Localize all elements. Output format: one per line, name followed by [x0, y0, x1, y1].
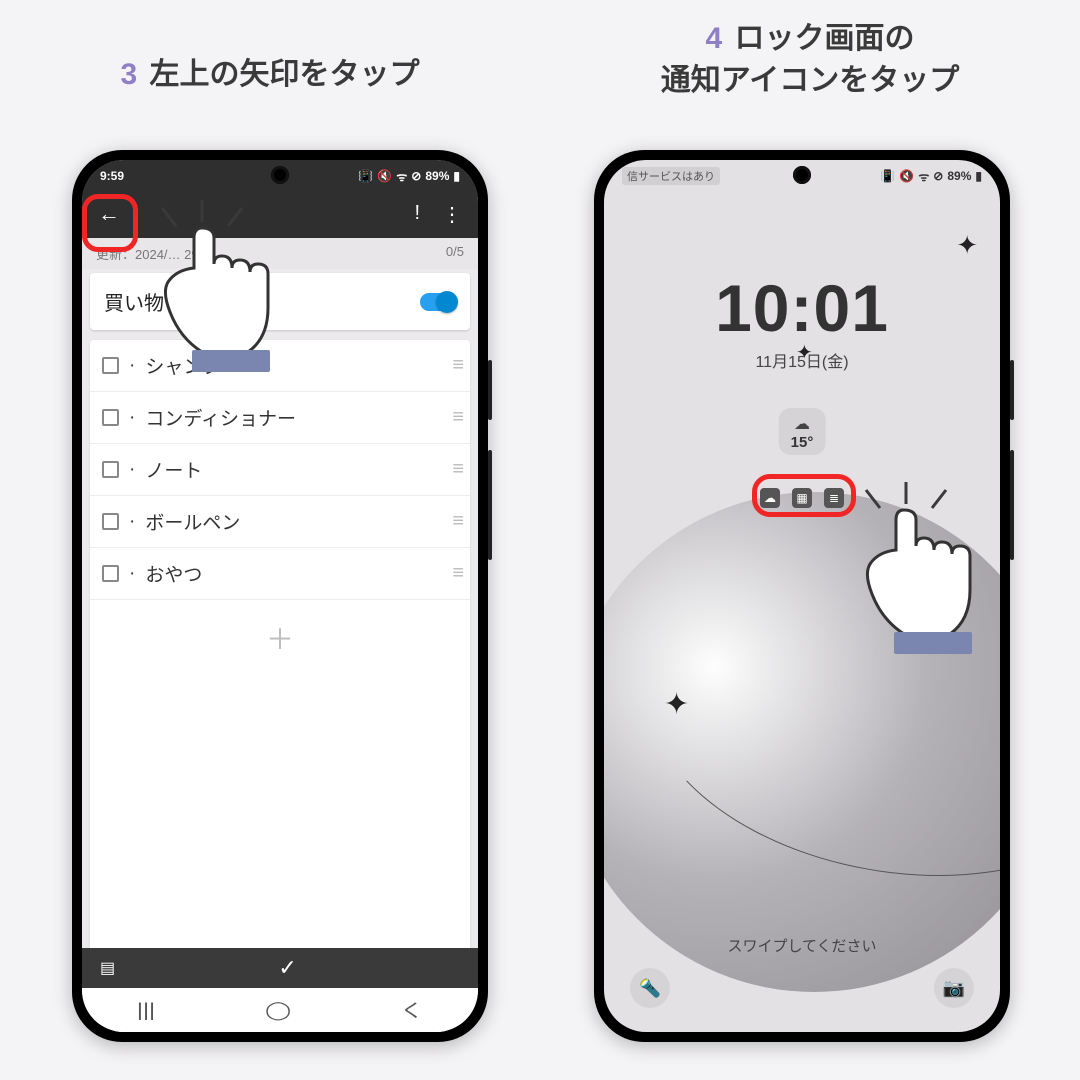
list-item[interactable]: ·ボールペン ≡	[90, 496, 470, 548]
list-toggle[interactable]	[420, 293, 456, 311]
checkbox-icon[interactable]	[102, 513, 119, 530]
phone-camera-cutout	[793, 166, 811, 184]
mute-icon: 🔇	[377, 169, 392, 183]
list-item-label: ノート	[145, 456, 202, 483]
battery-icon: ▮	[975, 169, 982, 183]
checkbox-icon[interactable]	[102, 461, 119, 478]
status-icons: 📳 🔇 ᯤ ⊘ 89% ▮	[358, 168, 460, 185]
weather-temp: 15°	[791, 434, 814, 451]
list-item-label: コンディショナー	[145, 404, 296, 431]
step-3-text: 左上の矢印をタップ	[150, 58, 420, 91]
sparkle-icon: ✦	[664, 687, 689, 722]
notes-icon[interactable]: ▤	[100, 958, 115, 978]
checkbox-icon[interactable]	[102, 409, 119, 426]
list-item[interactable]: ·おやつ ≡	[90, 548, 470, 600]
battery-icon: ▮	[453, 169, 460, 183]
carrier-label: 信サービスはあり	[622, 167, 720, 185]
lock-date: 11月15日(金)	[604, 348, 1000, 372]
weather-cloud-icon: ☁	[791, 414, 814, 434]
phone-mockup-right: 信サービスはあり 📳 🔇 ᯤ ⊘ 89% ▮ ✦ ✦ ✦ 10:01 11月15…	[594, 150, 1010, 1042]
vibrate-icon: 📳	[358, 169, 373, 183]
list-item-label: おやつ	[145, 560, 202, 587]
list-item-label: ボールペン	[145, 508, 240, 535]
nav-back-button[interactable]: く	[400, 997, 423, 1023]
drag-handle-icon[interactable]: ≡	[452, 458, 458, 481]
lock-clock: 10:01 11月15日(金)	[604, 270, 1000, 372]
battery-text: 89%	[947, 169, 971, 183]
drag-handle-icon[interactable]: ≡	[452, 562, 458, 585]
mute-icon: 🔇	[899, 169, 914, 183]
camera-button[interactable]: 📷	[934, 968, 974, 1008]
item-counter: 0/5	[446, 244, 464, 263]
status-icons: 📳 🔇 ᯤ ⊘ 89% ▮	[880, 168, 982, 185]
flashlight-button[interactable]: 🔦	[630, 968, 670, 1008]
no-sim-icon: ⊘	[933, 169, 943, 183]
wifi-icon: ᯤ	[918, 168, 929, 185]
app-bottom-bar: ▤ ✓	[82, 948, 478, 988]
drag-handle-icon[interactable]: ≡	[452, 406, 458, 429]
tap-gesture-icon	[836, 480, 1000, 670]
highlight-back-arrow	[82, 194, 138, 252]
step-4-title: 4 ロック画面の 通知アイコンをタップ	[560, 18, 1060, 102]
drag-handle-icon[interactable]: ≡	[452, 510, 458, 533]
battery-text: 89%	[425, 169, 449, 183]
app-screen: 9:59 📳 🔇 ᯤ ⊘ 89% ▮ ← ! ⋮ 更新：2024/… 29 0/…	[82, 160, 478, 1032]
lock-time: 10:01	[604, 270, 1000, 346]
list-item[interactable]: ·ノート ≡	[90, 444, 470, 496]
status-time: 9:59	[100, 169, 124, 183]
swipe-hint: スワイプしてください	[604, 935, 1000, 956]
checkbox-icon[interactable]	[102, 565, 119, 582]
vibrate-icon: 📳	[880, 169, 895, 183]
confirm-check-button[interactable]: ✓	[278, 955, 296, 981]
warning-button[interactable]: !	[414, 202, 420, 227]
wifi-icon: ᯤ	[396, 168, 407, 185]
overflow-menu-button[interactable]: ⋮	[442, 202, 462, 227]
lock-screen[interactable]: 信サービスはあり 📳 🔇 ᯤ ⊘ 89% ▮ ✦ ✦ ✦ 10:01 11月15…	[604, 160, 1000, 1032]
nav-home-button[interactable]: ◯	[265, 1000, 291, 1021]
nav-recent-button[interactable]: |||	[137, 1000, 155, 1021]
checkbox-icon[interactable]	[102, 357, 119, 374]
sparkle-icon: ✦	[956, 230, 978, 261]
step-3-number: 3	[120, 58, 137, 91]
add-item-button[interactable]: ＋	[90, 600, 470, 676]
list-item[interactable]: ·コンディショナー ≡	[90, 392, 470, 444]
step-3-title: 3 左上の矢印をタップ	[20, 54, 520, 96]
no-sim-icon: ⊘	[411, 169, 421, 183]
phone-mockup-left: 9:59 📳 🔇 ᯤ ⊘ 89% ▮ ← ! ⋮ 更新：2024/… 29 0/…	[72, 150, 488, 1042]
tap-gesture-icon	[142, 200, 312, 380]
weather-widget[interactable]: ☁ 15°	[779, 408, 826, 455]
android-nav-bar: ||| ◯ く	[82, 988, 478, 1032]
drag-handle-icon[interactable]: ≡	[452, 354, 458, 377]
checklist: ·シャンプー ≡ ·コンディショナー ≡ ·ノート ≡ ·ボールペン ≡ ·おや…	[90, 340, 470, 948]
step-4-number: 4	[705, 22, 722, 55]
phone-camera-cutout	[271, 166, 289, 184]
